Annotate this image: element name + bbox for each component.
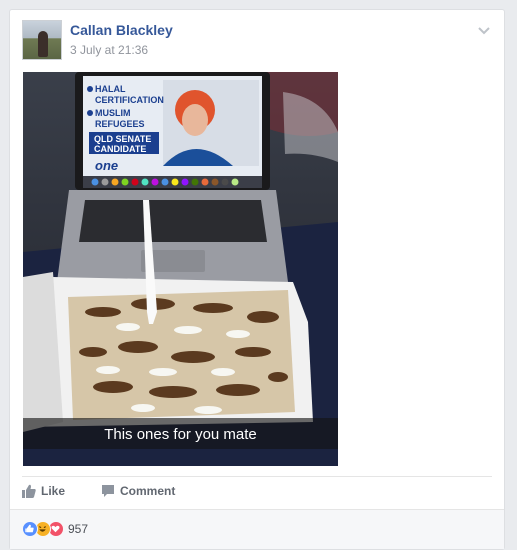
like-label: Like xyxy=(41,484,66,498)
like-reaction-icon xyxy=(22,521,38,537)
screen-text-candidate: CANDIDATE xyxy=(94,144,146,154)
screen-text-refugees: REFUGEES xyxy=(95,119,145,129)
comment-label: Comment xyxy=(120,484,176,498)
reaction-summary[interactable]: 957 xyxy=(22,521,88,537)
comment-button[interactable]: Comment xyxy=(101,484,175,498)
photo-scene: HALAL CERTIFICATION MUSLIM REFUGEES QLD … xyxy=(23,72,338,466)
comment-icon xyxy=(102,485,114,497)
reaction-count[interactable]: 957 xyxy=(68,522,88,536)
screen-text-qld-senate: QLD SENATE xyxy=(94,134,151,144)
post-timestamp[interactable]: 3 July at 21:36 xyxy=(70,43,148,57)
thumbs-up-icon xyxy=(22,484,36,498)
screen-text-halal: HALAL xyxy=(95,84,126,94)
screen-text-muslim: MUSLIM xyxy=(95,108,131,118)
author-name[interactable]: Callan Blackley xyxy=(70,22,173,38)
screen-text-certification: CERTIFICATION xyxy=(95,95,164,105)
reactions-bar: 957 xyxy=(10,509,504,549)
like-button[interactable]: Like xyxy=(22,484,65,498)
actions-divider xyxy=(22,476,492,477)
chevron-down-icon[interactable] xyxy=(476,22,492,38)
post-card: Callan Blackley 3 July at 21:36 HALAL CE… xyxy=(9,9,505,550)
photo-caption: This ones for you mate xyxy=(104,426,257,443)
screen-text-one: one xyxy=(95,158,118,173)
dock-icons xyxy=(91,178,239,186)
author-avatar[interactable] xyxy=(22,20,62,60)
post-photo[interactable]: HALAL CERTIFICATION MUSLIM REFUGEES QLD … xyxy=(23,72,338,466)
post-header: Callan Blackley 3 July at 21:36 xyxy=(22,20,492,62)
